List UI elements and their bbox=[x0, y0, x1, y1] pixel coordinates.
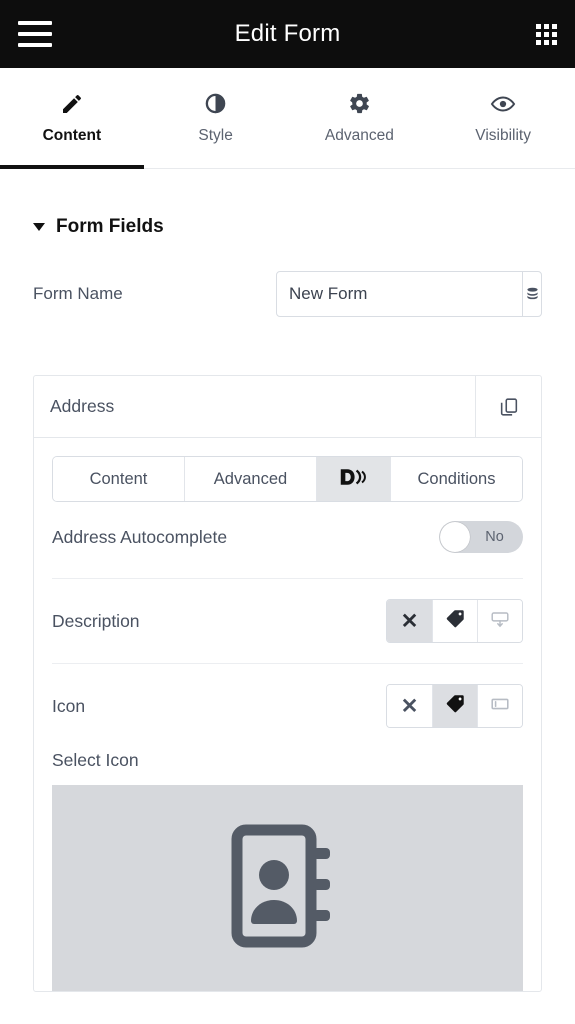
tag-icon bbox=[445, 608, 466, 634]
description-tooltip-button[interactable] bbox=[477, 600, 522, 642]
address-autocomplete-label: Address Autocomplete bbox=[52, 526, 228, 547]
tab-style-label: Style bbox=[198, 126, 233, 144]
field-card-title: Address bbox=[50, 396, 115, 416]
field-card-address: Address Content Advanced Conditions Addr… bbox=[33, 375, 542, 992]
edit-form-screen: Edit Form Content Style Advanced Visibil… bbox=[0, 0, 575, 1024]
form-name-label: Form Name bbox=[33, 284, 123, 303]
main-tabs: Content Style Advanced Visibility bbox=[0, 68, 575, 169]
field-card-header[interactable]: Address bbox=[34, 376, 541, 438]
subtab-conditions[interactable]: Conditions bbox=[390, 457, 522, 501]
tab-visibility[interactable]: Visibility bbox=[431, 68, 575, 168]
tab-advanced-label: Advanced bbox=[324, 126, 394, 144]
tooltip-icon bbox=[489, 608, 511, 635]
dynamic-tag-logo-icon bbox=[339, 467, 369, 492]
form-name-row: Form Name bbox=[0, 238, 575, 317]
hamburger-menu-icon[interactable] bbox=[18, 21, 52, 47]
description-row: Description ✕ bbox=[52, 579, 523, 643]
icon-button-group: ✕ bbox=[386, 684, 523, 728]
tag-icon bbox=[445, 693, 466, 719]
tab-advanced[interactable]: Advanced bbox=[288, 68, 432, 168]
eye-icon bbox=[490, 92, 516, 116]
field-subtabs: Content Advanced Conditions bbox=[52, 456, 523, 502]
toggle-value: No bbox=[485, 529, 504, 545]
gear-icon bbox=[348, 92, 371, 116]
page-title: Edit Form bbox=[234, 20, 341, 47]
subtab-dynamic[interactable] bbox=[316, 457, 390, 501]
top-app-bar: Edit Form bbox=[0, 0, 575, 68]
icon-panel-button[interactable] bbox=[477, 685, 522, 727]
address-autocomplete-toggle[interactable]: No bbox=[439, 521, 523, 553]
field-card-body: Content Advanced Conditions Address Auto… bbox=[34, 438, 541, 991]
icon-tag-button[interactable] bbox=[432, 685, 477, 727]
icon-label: Icon bbox=[52, 695, 86, 716]
subtab-content[interactable]: Content bbox=[53, 457, 184, 501]
subtab-advanced[interactable]: Advanced bbox=[184, 457, 316, 501]
tab-content[interactable]: Content bbox=[0, 68, 144, 169]
tab-content-label: Content bbox=[42, 126, 102, 144]
description-tag-button[interactable] bbox=[432, 600, 477, 642]
description-none-button[interactable]: ✕ bbox=[387, 600, 432, 642]
grid-apps-icon[interactable] bbox=[536, 23, 557, 45]
subtab-conditions-label: Conditions bbox=[417, 469, 496, 488]
database-stack-icon[interactable] bbox=[522, 272, 541, 316]
section-title: Form Fields bbox=[56, 216, 164, 237]
tab-style[interactable]: Style bbox=[144, 68, 288, 168]
contrast-icon bbox=[204, 92, 227, 116]
description-button-group: ✕ bbox=[386, 599, 523, 643]
copy-duplicate-icon[interactable] bbox=[475, 376, 541, 437]
pencil-icon bbox=[60, 92, 84, 116]
close-x-icon: ✕ bbox=[400, 609, 419, 633]
close-x-icon: ✕ bbox=[400, 694, 419, 718]
toggle-knob bbox=[440, 522, 470, 552]
panel-left-icon bbox=[489, 693, 511, 720]
icon-row: Icon ✕ bbox=[52, 664, 523, 728]
select-icon-label: Select Icon bbox=[52, 750, 139, 770]
subtab-content-label: Content bbox=[89, 469, 148, 488]
form-name-field-group bbox=[276, 271, 542, 317]
address-book-contact-icon bbox=[229, 822, 347, 955]
subtab-advanced-label: Advanced bbox=[213, 469, 288, 488]
tab-visibility-label: Visibility bbox=[475, 126, 531, 144]
icon-none-button[interactable]: ✕ bbox=[387, 685, 432, 727]
form-fields-section-header[interactable]: Form Fields bbox=[0, 169, 575, 238]
address-autocomplete-row: Address Autocomplete No bbox=[52, 502, 523, 558]
form-name-input[interactable] bbox=[277, 272, 522, 316]
icon-preview[interactable] bbox=[52, 785, 523, 991]
description-label: Description bbox=[52, 610, 140, 631]
chevron-down-icon[interactable] bbox=[33, 223, 45, 231]
